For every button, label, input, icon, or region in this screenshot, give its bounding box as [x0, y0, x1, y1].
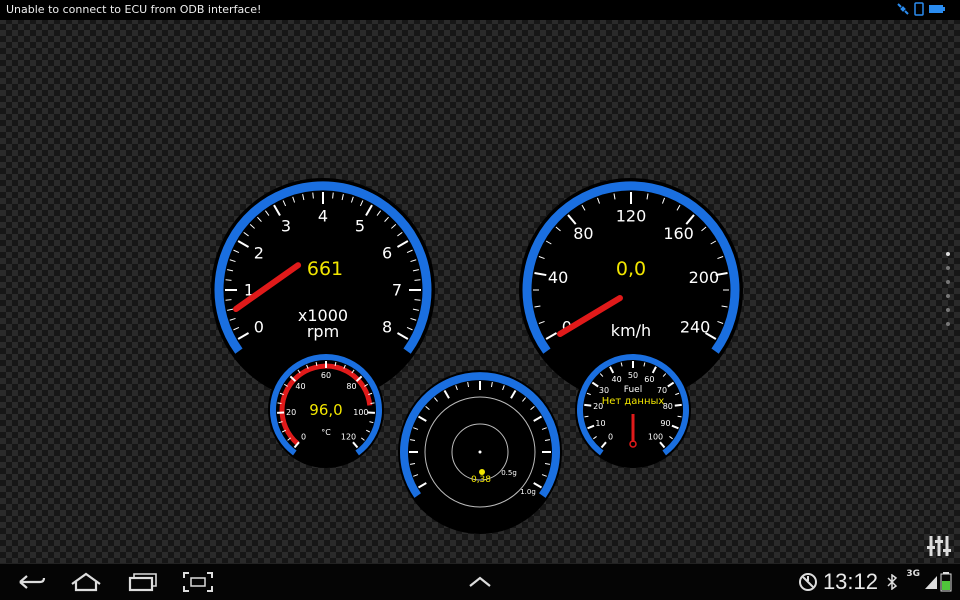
minor-tick [332, 192, 334, 199]
tachometer-value: 661 [307, 258, 343, 280]
scale-label: 60 [644, 375, 654, 384]
battery-level-icon [940, 572, 952, 592]
g-force-center [478, 450, 482, 454]
scale-label: 200 [689, 268, 720, 287]
major-tick [674, 403, 682, 407]
signal-icon [925, 576, 937, 589]
scale-label: 7 [392, 281, 402, 300]
chevron-up-icon[interactable] [460, 570, 500, 594]
settings-sliders-icon[interactable] [926, 532, 952, 558]
scale-label: 10 [595, 419, 605, 428]
page-dot[interactable] [946, 294, 950, 298]
network-type: 3G [906, 569, 920, 579]
minor-tick [225, 299, 232, 301]
minor-tick [370, 402, 375, 404]
scale-label: 40 [295, 382, 305, 391]
minor-tick [225, 279, 232, 281]
scale-label: 0 [254, 318, 264, 337]
scale-label: 120 [341, 433, 356, 442]
scale-label: 100 [648, 433, 663, 442]
fuel-gauge[interactable]: 010203040 50 60708090100 Fuel Нет данных [575, 352, 691, 468]
scale-label: 120 [616, 207, 647, 226]
bluetooth-icon [887, 574, 898, 590]
scale-label: 0 [301, 433, 306, 442]
scale-label: 2 [254, 244, 264, 263]
system-nav-bar: 13:12 3G [0, 563, 960, 600]
scale-label: 90 [660, 419, 670, 428]
minor-tick [414, 279, 421, 281]
tachometer-unit: rpm [307, 322, 339, 341]
g-force-gauge[interactable]: 0,38 0.5g 1.0g [398, 370, 562, 534]
coolant-temp-gauge[interactable]: 0 20 40 60 80 100 120 96,0 °C [268, 352, 384, 468]
g-force-half-label: 0.5g [501, 469, 517, 477]
scale-label: 6 [382, 244, 392, 263]
fuel-title: Fuel [624, 385, 642, 395]
g-force-value: 0,38 [471, 475, 491, 485]
page-dot[interactable] [946, 322, 950, 326]
minor-tick [677, 415, 682, 418]
scale-label: 0 [608, 433, 613, 442]
scale-label: 50 [628, 371, 638, 380]
scale-label: 20 [286, 408, 296, 417]
scale-label: 70 [657, 386, 667, 395]
sync-disabled-icon [799, 573, 817, 591]
minor-tick [584, 415, 589, 418]
scale-label: 60 [321, 371, 331, 380]
coolant-value: 96,0 [309, 401, 342, 419]
speedometer-value: 0,0 [616, 258, 646, 280]
screenshot-button[interactable] [178, 570, 218, 594]
recent-apps-button[interactable] [122, 570, 162, 594]
dashboard-gauges: 012345678 661 x1000 rpm 0408012016020024… [211, 178, 743, 534]
g-force-full-label: 1.0g [520, 488, 536, 496]
scale-label: 4 [318, 207, 328, 226]
speedometer-unit: km/h [611, 321, 651, 340]
minor-tick [414, 299, 421, 301]
page-dot[interactable] [946, 266, 950, 270]
scale-label: 40 [612, 375, 622, 384]
scale-label: 40 [548, 268, 568, 287]
page-indicator [946, 252, 950, 336]
scale-label: 160 [663, 224, 694, 243]
minor-tick [277, 402, 282, 404]
minor-tick [312, 192, 314, 199]
page-dot[interactable] [946, 280, 950, 284]
page-dot[interactable] [946, 308, 950, 312]
scale-label: 30 [599, 386, 609, 395]
coolant-unit: °C [321, 428, 331, 437]
page-dot[interactable] [946, 252, 950, 256]
home-button[interactable] [66, 570, 106, 594]
scale-label: 80 [573, 224, 593, 243]
scale-label: 8 [382, 318, 392, 337]
scale-label: 240 [680, 318, 711, 337]
scale-label: 3 [281, 217, 291, 236]
scale-label: 80 [346, 382, 356, 391]
fuel-value: Нет данных [602, 396, 665, 407]
clock[interactable]: 13:12 [823, 568, 878, 596]
scale-label: 100 [353, 408, 368, 417]
scale-label: 5 [355, 217, 365, 236]
major-tick [584, 403, 592, 407]
back-button[interactable] [10, 570, 50, 594]
